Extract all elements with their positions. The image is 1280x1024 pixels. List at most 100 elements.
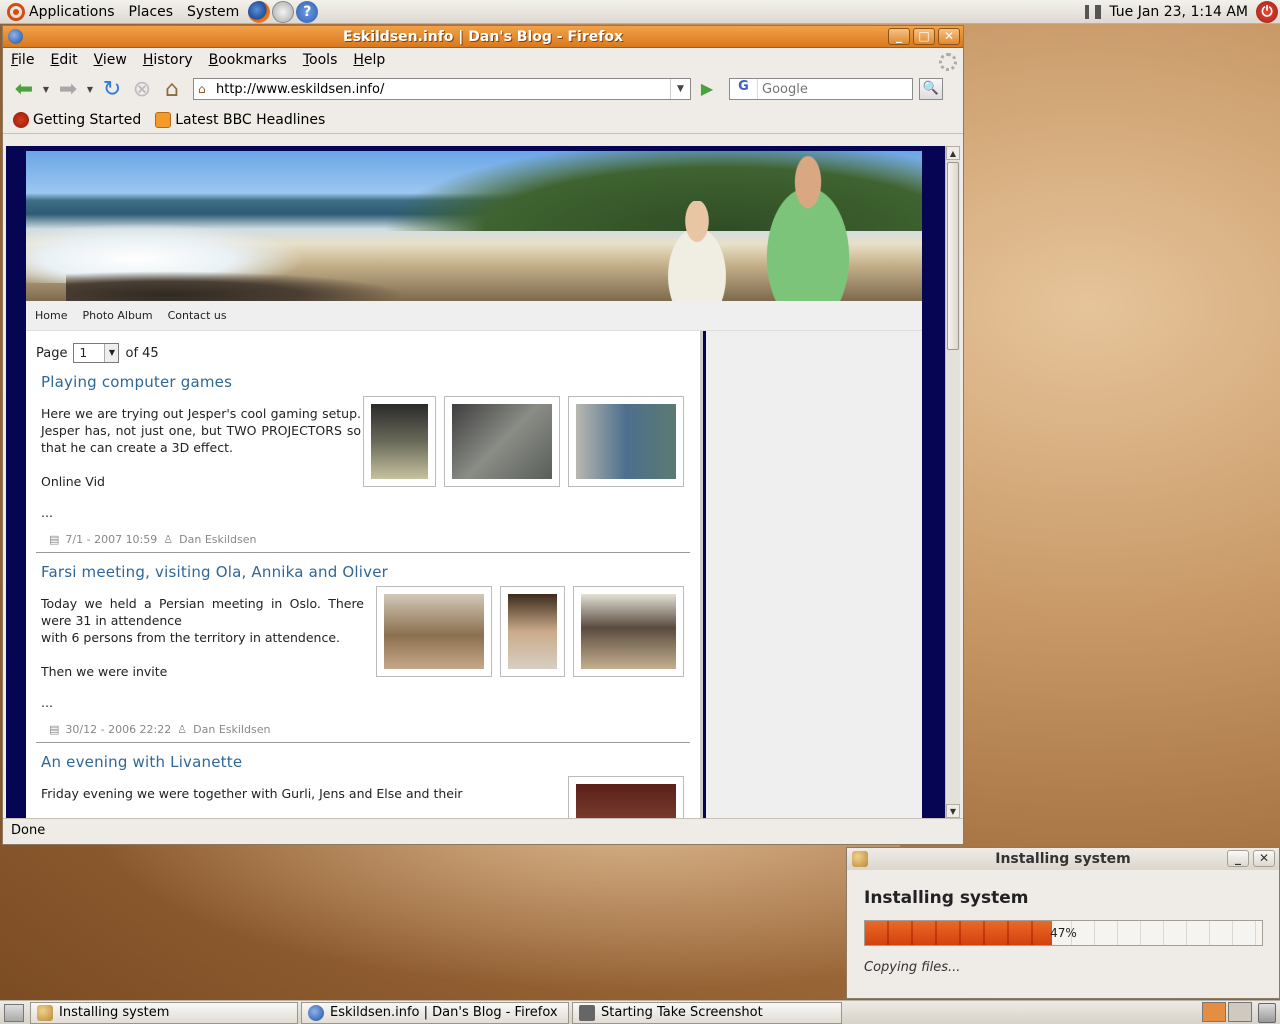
post-body: Here we are trying out Jesper's cool gam… bbox=[41, 405, 361, 521]
bookmark-bbc-headlines[interactable]: Latest BBC Headlines bbox=[155, 111, 325, 128]
thumbnail[interactable] bbox=[568, 776, 684, 818]
calendar-icon: ▤ bbox=[49, 533, 60, 546]
chevron-down-icon: ▼ bbox=[104, 344, 119, 362]
minimize-button[interactable]: _ bbox=[888, 28, 910, 45]
back-history-dropdown[interactable]: ▼ bbox=[41, 85, 51, 94]
thumbnail[interactable] bbox=[573, 586, 684, 677]
post-thumbnails bbox=[568, 776, 684, 818]
workspace-2[interactable] bbox=[1228, 1002, 1252, 1022]
trash-icon[interactable] bbox=[1258, 1003, 1276, 1023]
installer-titlebar[interactable]: Installing system _ ✕ bbox=[847, 848, 1279, 870]
thumbnail[interactable] bbox=[500, 586, 565, 677]
bookmark-label: Getting Started bbox=[33, 111, 142, 128]
workspace-1[interactable] bbox=[1202, 1002, 1226, 1022]
search-engine-icon[interactable]: G bbox=[730, 79, 758, 99]
thumbnail[interactable] bbox=[444, 396, 560, 487]
system-menu[interactable]: System bbox=[180, 0, 246, 24]
thumbnail[interactable] bbox=[376, 586, 492, 677]
power-icon[interactable]: ⏻ bbox=[1256, 1, 1278, 23]
mail-launcher-icon[interactable] bbox=[272, 0, 295, 23]
photo-image bbox=[581, 594, 676, 669]
firefox-launcher-icon[interactable] bbox=[248, 0, 271, 23]
search-go-button[interactable]: 🔍 bbox=[919, 78, 943, 100]
task-firefox[interactable]: Eskildsen.info | Dan's Blog - Firefox bbox=[301, 1001, 569, 1024]
post-date: 7/1 - 2007 10:59 bbox=[65, 533, 158, 546]
post-text: Today we held a Persian meeting in Oslo.… bbox=[41, 596, 364, 628]
calendar-icon: ▤ bbox=[49, 723, 60, 736]
home-button[interactable]: ⌂ bbox=[159, 76, 185, 102]
search-bar[interactable]: G bbox=[729, 78, 913, 100]
workspace-switcher bbox=[1202, 1002, 1252, 1022]
nav-link-home[interactable]: Home bbox=[35, 309, 67, 322]
search-input[interactable] bbox=[758, 81, 908, 97]
bookmarks-toolbar: Getting Started Latest BBC Headlines bbox=[3, 106, 963, 134]
scroll-up-arrow-icon[interactable]: ▲ bbox=[946, 146, 960, 160]
reload-button[interactable]: ↻ bbox=[99, 76, 125, 102]
task-label: Starting Take Screenshot bbox=[601, 1005, 763, 1020]
menu-bookmarks[interactable]: Bookmarks bbox=[209, 52, 287, 68]
installer-minimize-button[interactable]: _ bbox=[1227, 850, 1249, 867]
close-button[interactable]: ✕ bbox=[938, 28, 960, 45]
scrollbar-thumb[interactable] bbox=[947, 162, 959, 350]
back-button[interactable]: ⬅ bbox=[11, 76, 37, 102]
post-meta: ▤ 7/1 - 2007 10:59 ♙ Dan Eskildsen bbox=[49, 533, 685, 546]
menu-help[interactable]: Help bbox=[353, 52, 385, 68]
task-installing-system[interactable]: Installing system bbox=[30, 1001, 298, 1024]
photo-image bbox=[576, 784, 676, 818]
page-label: Page bbox=[36, 345, 68, 361]
url-bar[interactable]: ⌂ ▼ bbox=[193, 78, 691, 100]
page-select[interactable]: 1 ▼ bbox=[73, 343, 120, 363]
firefox-titlebar[interactable]: Eskildsen.info | Dan's Blog - Firefox _ … bbox=[3, 26, 963, 48]
page-total: of 45 bbox=[125, 345, 159, 361]
post-author: Dan Eskildsen bbox=[193, 723, 271, 736]
system-menu-label: System bbox=[187, 3, 240, 20]
site-navigation: Home Photo Album Contact us bbox=[26, 301, 922, 331]
applications-menu[interactable]: Applications bbox=[0, 0, 122, 24]
show-desktop-icon[interactable] bbox=[4, 1003, 24, 1022]
scroll-down-arrow-icon[interactable]: ▼ bbox=[946, 804, 960, 818]
maximize-button[interactable]: □ bbox=[913, 28, 935, 45]
camera-icon bbox=[579, 1004, 595, 1021]
thumbnail[interactable] bbox=[363, 396, 436, 487]
forward-button[interactable]: ➡ bbox=[55, 76, 81, 102]
post-date: 30/12 - 2006 22:22 bbox=[65, 723, 172, 736]
post-ellipsis[interactable]: ... bbox=[41, 504, 361, 521]
bookmark-getting-started[interactable]: Getting Started bbox=[13, 111, 142, 128]
url-input[interactable] bbox=[216, 81, 670, 97]
help-launcher-icon[interactable]: ? bbox=[296, 0, 319, 23]
system-tray: Tue Jan 23, 1:14 AM ⏻ bbox=[1085, 0, 1280, 24]
menu-edit[interactable]: Edit bbox=[50, 52, 77, 68]
menu-history[interactable]: History bbox=[143, 52, 193, 68]
post-ellipsis[interactable]: ... bbox=[41, 694, 364, 711]
post-thumbnails bbox=[376, 586, 684, 677]
go-button[interactable]: ▶ bbox=[695, 78, 719, 100]
progress-percent: 47% bbox=[1050, 926, 1077, 940]
forward-history-dropdown[interactable]: ▼ bbox=[85, 85, 95, 94]
menu-view[interactable]: View bbox=[94, 52, 127, 68]
installer-close-button[interactable]: ✕ bbox=[1253, 850, 1275, 867]
places-menu[interactable]: Places bbox=[122, 0, 181, 24]
nav-link-photo-album[interactable]: Photo Album bbox=[82, 309, 152, 322]
firefox-window-icon[interactable] bbox=[8, 29, 23, 44]
clock[interactable]: Tue Jan 23, 1:14 AM bbox=[1109, 4, 1248, 20]
post-title[interactable]: Playing computer games bbox=[41, 373, 685, 391]
post-thumbnails bbox=[363, 396, 684, 487]
vertical-scrollbar[interactable]: ▲ ▼ bbox=[945, 146, 960, 818]
menu-file[interactable]: File bbox=[11, 52, 34, 68]
task-take-screenshot[interactable]: Starting Take Screenshot bbox=[572, 1001, 842, 1024]
stop-button[interactable]: ⊗ bbox=[129, 76, 155, 102]
thumbnail[interactable] bbox=[568, 396, 684, 487]
author-icon: ♙ bbox=[177, 723, 188, 736]
volume-icon[interactable] bbox=[1085, 5, 1102, 19]
nav-link-contact[interactable]: Contact us bbox=[168, 309, 227, 322]
throbber-icon bbox=[939, 53, 957, 71]
url-history-dropdown[interactable]: ▼ bbox=[670, 79, 690, 99]
menu-tools[interactable]: Tools bbox=[303, 52, 338, 68]
page-select-value: 1 bbox=[79, 346, 88, 360]
post-title[interactable]: An evening with Livanette bbox=[41, 753, 685, 771]
post-title[interactable]: Farsi meeting, visiting Ola, Annika and … bbox=[41, 563, 685, 581]
page-content: Home Photo Album Contact us Page 1 ▼ of … bbox=[6, 146, 947, 818]
menu-bar: File Edit View History Bookmarks Tools H… bbox=[3, 48, 963, 72]
photo-image bbox=[576, 404, 676, 479]
ubuntu-logo-icon bbox=[7, 2, 25, 21]
